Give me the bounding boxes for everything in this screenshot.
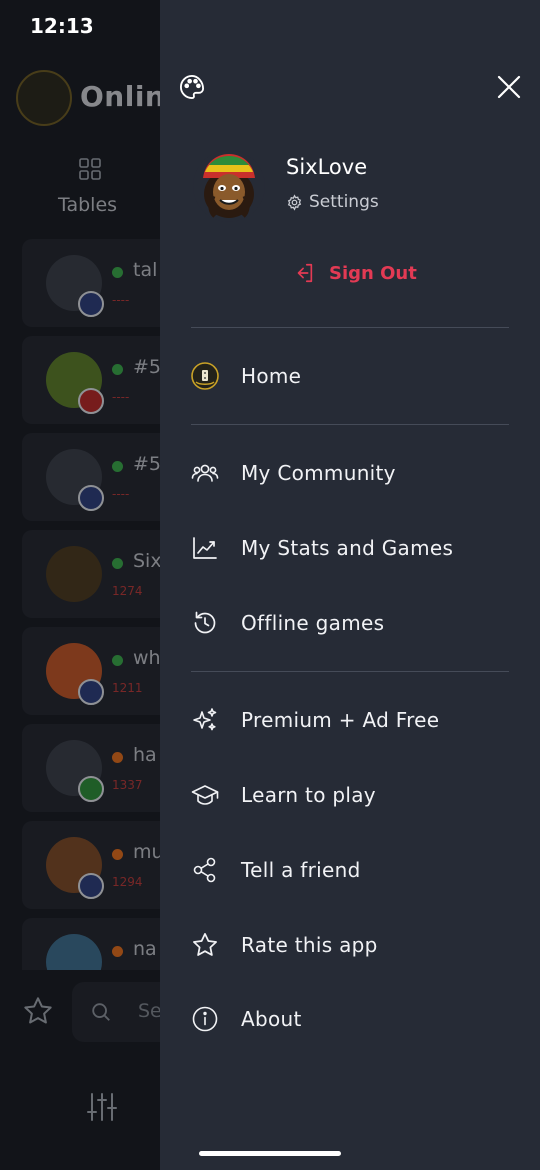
- menu-item-learn-to-play[interactable]: Learn to play: [191, 770, 509, 820]
- home-indicator[interactable]: [199, 1151, 341, 1156]
- user-avatar[interactable]: [193, 150, 265, 222]
- graduation-cap-icon: [191, 781, 219, 809]
- menu-label: About: [241, 1007, 302, 1031]
- divider: [191, 327, 509, 328]
- menu-item-stats[interactable]: My Stats and Games: [191, 523, 509, 573]
- info-icon: [191, 1005, 219, 1033]
- menu-item-home[interactable]: Home: [191, 351, 509, 401]
- menu-label: My Community: [241, 461, 396, 485]
- share-icon: [191, 856, 219, 884]
- divider: [191, 671, 509, 672]
- community-icon: [191, 459, 219, 487]
- palette-icon[interactable]: [178, 73, 206, 101]
- menu-label: My Stats and Games: [241, 536, 454, 560]
- close-icon[interactable]: [496, 74, 522, 100]
- menu-item-about[interactable]: About: [191, 994, 509, 1044]
- stats-chart-icon: [191, 534, 219, 562]
- settings-link[interactable]: Settings: [286, 192, 379, 212]
- sixlove-logo-icon: [191, 362, 219, 390]
- menu-label: Offline games: [241, 611, 385, 635]
- history-icon: [191, 609, 219, 637]
- settings-label: Settings: [309, 192, 379, 212]
- rasta-avatar-icon: [193, 150, 265, 222]
- background-overlay[interactable]: [0, 0, 160, 1170]
- menu-item-rate-app[interactable]: Rate this app: [191, 920, 509, 970]
- sparkles-icon: [191, 706, 219, 734]
- menu-item-tell-a-friend[interactable]: Tell a friend: [191, 845, 509, 895]
- menu-item-community[interactable]: My Community: [191, 448, 509, 498]
- sign-out-icon: [297, 263, 313, 283]
- menu-label: Home: [241, 364, 302, 388]
- menu-item-offline-games[interactable]: Offline games: [191, 598, 509, 648]
- username: SixLove: [286, 155, 368, 179]
- status-time: 12:13: [30, 14, 94, 38]
- menu-label: Tell a friend: [241, 858, 361, 882]
- sign-out-button[interactable]: Sign Out: [293, 262, 417, 284]
- gear-icon: [287, 193, 302, 211]
- menu-label: Premium + Ad Free: [241, 708, 440, 732]
- menu-label: Learn to play: [241, 783, 376, 807]
- sign-out-label: Sign Out: [329, 262, 417, 284]
- divider: [191, 424, 509, 425]
- star-icon: [191, 931, 219, 959]
- menu-label: Rate this app: [241, 933, 378, 957]
- menu-item-premium[interactable]: Premium + Ad Free: [191, 695, 509, 745]
